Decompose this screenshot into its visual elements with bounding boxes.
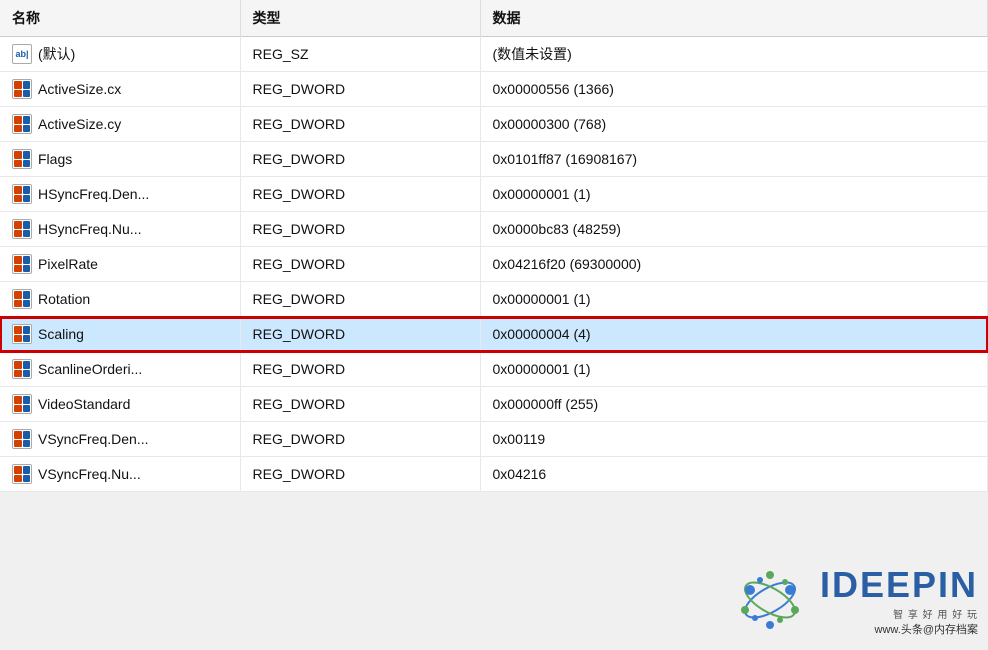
row-name-text: ScanlineOrderi... bbox=[38, 361, 142, 377]
col-header-name: 名称 bbox=[0, 0, 240, 37]
row-name-text: (默认) bbox=[38, 44, 75, 64]
dots-logo bbox=[730, 560, 810, 640]
dword-icon bbox=[12, 184, 32, 204]
row-name-text: Flags bbox=[38, 151, 72, 167]
row-name-text: Rotation bbox=[38, 291, 90, 307]
table-row[interactable]: PixelRate REG_DWORD0x04216f20 (69300000) bbox=[0, 247, 988, 282]
cell-data: 0x00000001 (1) bbox=[480, 177, 988, 212]
row-name-text: PixelRate bbox=[38, 256, 98, 272]
table-row[interactable]: VSyncFreq.Nu... REG_DWORD0x04216 bbox=[0, 457, 988, 492]
table-row[interactable]: Flags REG_DWORD0x0101ff87 (16908167) bbox=[0, 142, 988, 177]
cell-name: VideoStandard bbox=[0, 387, 240, 422]
cell-name: Scaling bbox=[0, 317, 240, 352]
cell-type: REG_DWORD bbox=[240, 457, 480, 492]
col-header-type: 类型 bbox=[240, 0, 480, 37]
cell-data: 0x00000001 (1) bbox=[480, 282, 988, 317]
cell-data: 0x00000300 (768) bbox=[480, 107, 988, 142]
row-name-text: VSyncFreq.Nu... bbox=[38, 466, 141, 482]
dword-icon bbox=[12, 324, 32, 344]
cell-type: REG_SZ bbox=[240, 37, 480, 72]
table-row[interactable]: VideoStandard REG_DWORD0x000000ff (255) bbox=[0, 387, 988, 422]
cell-data: 0x0000bc83 (48259) bbox=[480, 212, 988, 247]
cell-type: REG_DWORD bbox=[240, 247, 480, 282]
cell-type: REG_DWORD bbox=[240, 72, 480, 107]
table-row[interactable]: ActiveSize.cx REG_DWORD0x00000556 (1366) bbox=[0, 72, 988, 107]
cell-data: 0x04216f20 (69300000) bbox=[480, 247, 988, 282]
cell-name: ab| (默认) bbox=[0, 37, 240, 72]
dword-icon bbox=[12, 79, 32, 99]
cell-name: ActiveSize.cx bbox=[0, 72, 240, 107]
dword-icon bbox=[12, 289, 32, 309]
table-row[interactable]: ab| (默认) REG_SZ(数值未设置) bbox=[0, 37, 988, 72]
cell-type: REG_DWORD bbox=[240, 422, 480, 457]
brand-name: IDEEPIN bbox=[820, 564, 978, 606]
cell-data: 0x00119 bbox=[480, 422, 988, 457]
registry-table: 名称 类型 数据 ab|(默认)REG_SZ(数值未设置)ActiveSize.… bbox=[0, 0, 988, 492]
cell-name: ScanlineOrderi... bbox=[0, 352, 240, 387]
dword-icon bbox=[12, 464, 32, 484]
cell-name: Rotation bbox=[0, 282, 240, 317]
brand-url: www.头条@内存档案 bbox=[875, 621, 978, 637]
brand-logo: IDEEPIN 智 享 好 用 好 玩 www.头条@内存档案 bbox=[820, 564, 978, 637]
table-row[interactable]: VSyncFreq.Den... REG_DWORD0x00119 bbox=[0, 422, 988, 457]
dword-icon bbox=[12, 359, 32, 379]
table-row[interactable]: Scaling REG_DWORD0x00000004 (4) bbox=[0, 317, 988, 352]
dword-icon bbox=[12, 219, 32, 239]
row-name-text: HSyncFreq.Den... bbox=[38, 186, 149, 202]
table-row[interactable]: ActiveSize.cy REG_DWORD0x00000300 (768) bbox=[0, 107, 988, 142]
cell-type: REG_DWORD bbox=[240, 107, 480, 142]
cell-data: 0x00000556 (1366) bbox=[480, 72, 988, 107]
cell-type: REG_DWORD bbox=[240, 212, 480, 247]
cell-name: VSyncFreq.Nu... bbox=[0, 457, 240, 492]
cell-type: REG_DWORD bbox=[240, 142, 480, 177]
row-name-text: VSyncFreq.Den... bbox=[38, 431, 149, 447]
cell-data: 0x00000004 (4) bbox=[480, 317, 988, 352]
cell-data: 0x04216 bbox=[480, 457, 988, 492]
cell-name: ActiveSize.cy bbox=[0, 107, 240, 142]
cell-name: PixelRate bbox=[0, 247, 240, 282]
dword-icon bbox=[12, 254, 32, 274]
cell-type: REG_DWORD bbox=[240, 387, 480, 422]
cell-name: HSyncFreq.Den... bbox=[0, 177, 240, 212]
row-name-text: HSyncFreq.Nu... bbox=[38, 221, 141, 237]
table-row[interactable]: HSyncFreq.Den... REG_DWORD0x00000001 (1) bbox=[0, 177, 988, 212]
cell-type: REG_DWORD bbox=[240, 282, 480, 317]
cell-name: VSyncFreq.Den... bbox=[0, 422, 240, 457]
row-name-text: ActiveSize.cx bbox=[38, 81, 121, 97]
watermark: IDEEPIN 智 享 好 用 好 玩 www.头条@内存档案 bbox=[730, 560, 978, 640]
dword-icon bbox=[12, 429, 32, 449]
cell-type: REG_DWORD bbox=[240, 352, 480, 387]
brand-subtitle: 智 享 好 用 好 玩 bbox=[893, 606, 978, 621]
cell-data: 0x000000ff (255) bbox=[480, 387, 988, 422]
cell-type: REG_DWORD bbox=[240, 317, 480, 352]
row-name-text: VideoStandard bbox=[38, 396, 130, 412]
dword-icon bbox=[12, 149, 32, 169]
cell-data: 0x0101ff87 (16908167) bbox=[480, 142, 988, 177]
dword-icon bbox=[12, 114, 32, 134]
cell-name: HSyncFreq.Nu... bbox=[0, 212, 240, 247]
table-row[interactable]: ScanlineOrderi... REG_DWORD0x00000001 (1) bbox=[0, 352, 988, 387]
row-name-text: ActiveSize.cy bbox=[38, 116, 121, 132]
cell-name: Flags bbox=[0, 142, 240, 177]
table-row[interactable]: Rotation REG_DWORD0x00000001 (1) bbox=[0, 282, 988, 317]
cell-data: 0x00000001 (1) bbox=[480, 352, 988, 387]
row-name-text: Scaling bbox=[38, 326, 84, 342]
cell-type: REG_DWORD bbox=[240, 177, 480, 212]
table-row[interactable]: HSyncFreq.Nu... REG_DWORD0x0000bc83 (4825… bbox=[0, 212, 988, 247]
cell-data: (数值未设置) bbox=[480, 37, 988, 72]
ab-icon: ab| bbox=[12, 44, 32, 64]
dword-icon bbox=[12, 394, 32, 414]
col-header-data: 数据 bbox=[480, 0, 988, 37]
